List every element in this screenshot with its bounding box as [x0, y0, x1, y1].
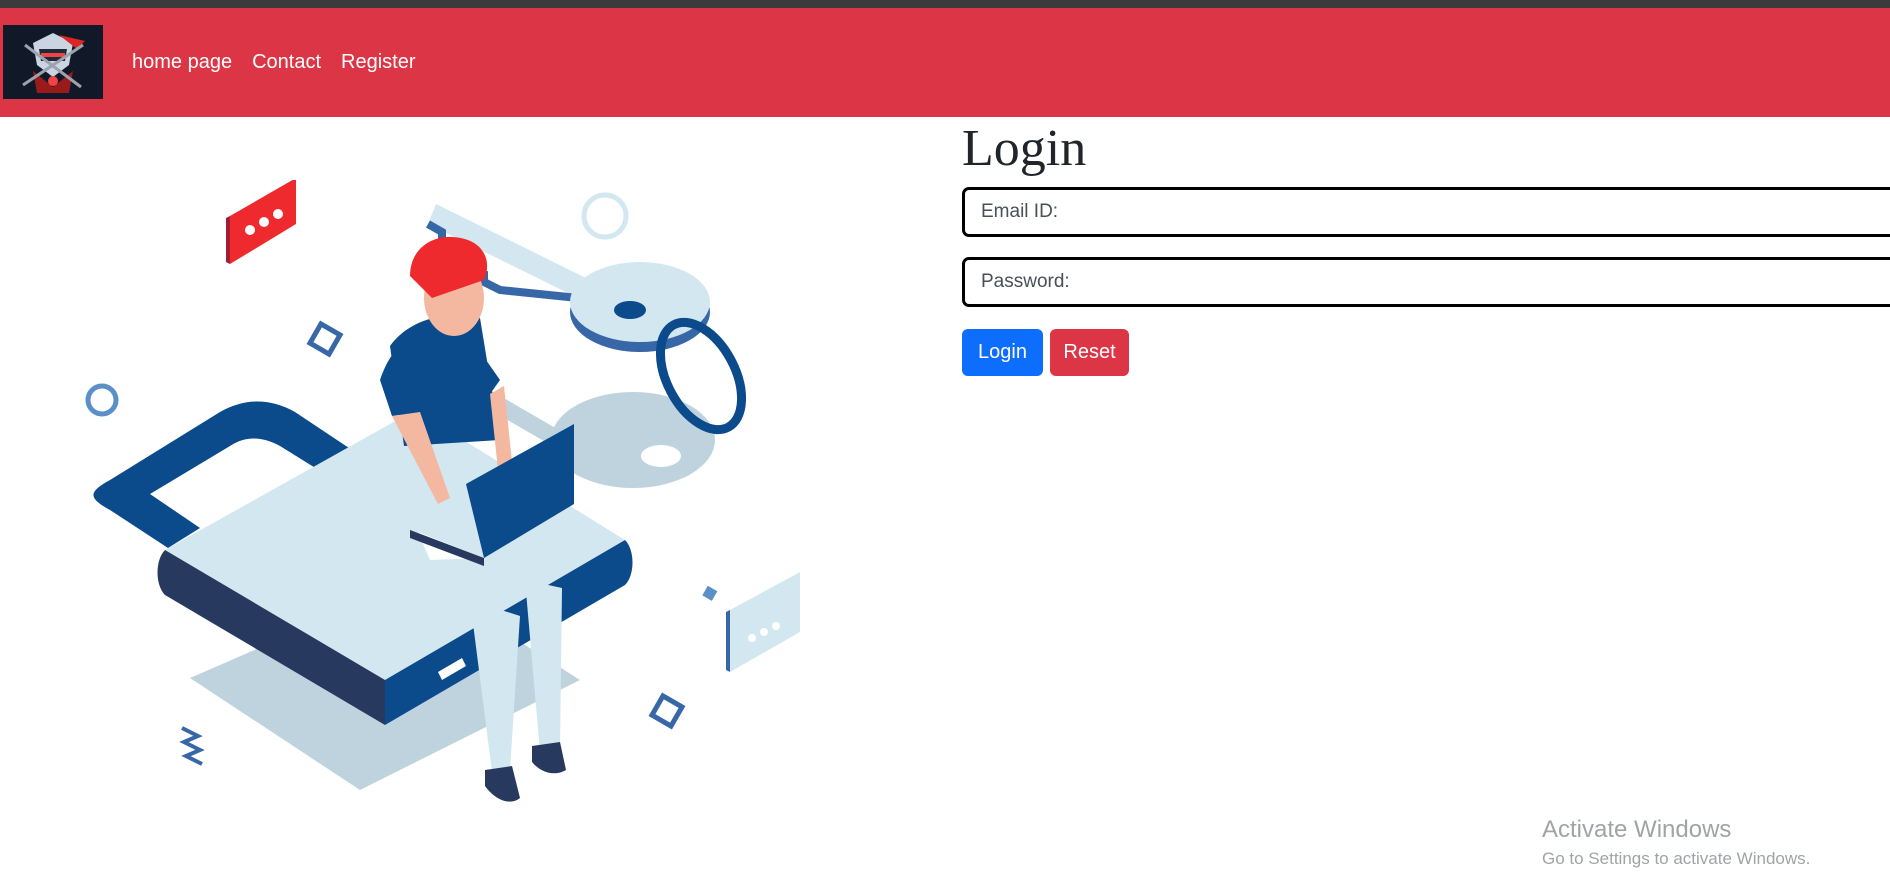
browser-top-strip — [0, 0, 1890, 8]
nav-links: home page Contact Register — [132, 8, 416, 117]
nav-link-register[interactable]: Register — [341, 51, 415, 74]
watermark-subtitle: Go to Settings to activate Windows. — [1542, 849, 1811, 868]
nav-link-home[interactable]: home page — [132, 51, 232, 74]
navbar: home page Contact Register — [0, 8, 1890, 117]
login-button[interactable]: Login — [962, 329, 1043, 376]
windows-activation-watermark: Activate Windows Go to Settings to activ… — [1542, 815, 1810, 871]
site-logo[interactable] — [3, 25, 103, 99]
password-field[interactable] — [962, 257, 1890, 307]
page-title: Login — [962, 120, 1087, 177]
reset-button[interactable]: Reset — [1050, 329, 1129, 376]
ninja-logo-icon — [3, 25, 103, 99]
nav-link-contact[interactable]: Contact — [252, 51, 321, 74]
security-illustration-icon — [85, 178, 800, 802]
email-field[interactable] — [962, 187, 1890, 237]
watermark-title: Activate Windows — [1542, 816, 1732, 843]
login-illustration — [70, 178, 830, 820]
